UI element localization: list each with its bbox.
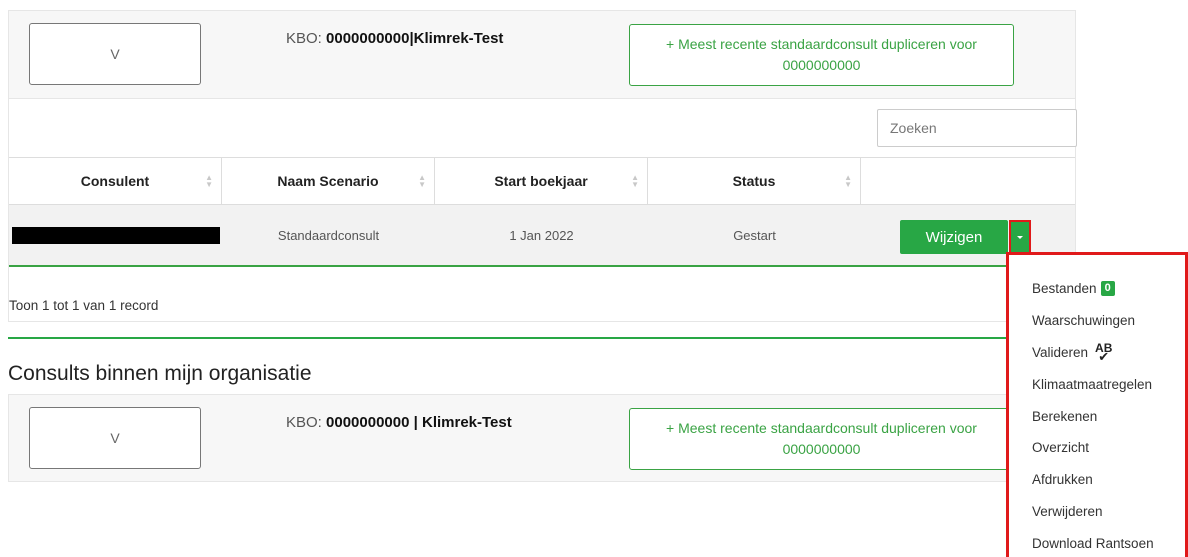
kbo-info: KBO: 0000000000|Klimrek-Test [286, 30, 503, 47]
duplicate-consult-button[interactable]: + Meest recente standaardconsult duplice… [629, 408, 1014, 470]
action-dropdown-menu: Bestanden 0 Waarschuwingen Valideren AB … [1006, 252, 1188, 557]
cell-status: Gestart [733, 227, 776, 243]
menu-item-klimaatmaatregelen[interactable]: Klimaatmaatregelen [1009, 368, 1185, 400]
sort-arrows-icon: ▲ ▼ [631, 173, 639, 189]
kbo-label: KBO: [286, 30, 322, 47]
menu-item-bestanden[interactable]: Bestanden 0 [1009, 273, 1185, 305]
sort-arrows-icon: ▲ ▼ [418, 173, 426, 189]
kbo-label: KBO: [286, 414, 322, 431]
panel-header: V KBO: 0000000000|Klimrek-Test + Meest r… [9, 11, 1075, 99]
kbo-value: 0000000000 | Klimrek-Test [326, 414, 512, 431]
table-row: Standaardconsult 1 Jan 2022 Gestart Wijz… [9, 205, 1075, 267]
menu-item-download-rantsoen[interactable]: Download Rantsoen [1009, 527, 1185, 557]
count-badge: 0 [1100, 281, 1115, 297]
edit-button[interactable]: Wijzigen [900, 220, 1008, 254]
column-header-status[interactable]: Status ▲ ▼ [648, 158, 861, 204]
menu-item-berekenen[interactable]: Berekenen [1009, 400, 1185, 432]
duplicate-consult-button[interactable]: + Meest recente standaardconsult duplice… [629, 24, 1014, 86]
column-header-consulent[interactable]: Consulent ▲ ▼ [9, 158, 222, 204]
redacted-name [12, 227, 220, 244]
menu-item-waarschuwingen[interactable]: Waarschuwingen [1009, 305, 1185, 337]
sort-arrows-icon: ▲ ▼ [205, 173, 213, 189]
consult-panel: V KBO: 0000000000|Klimrek-Test + Meest r… [8, 10, 1077, 322]
menu-item-overzicht[interactable]: Overzicht [1009, 432, 1185, 464]
organisation-consult-panel: V KBO: 0000000000 | Klimrek-Test + Meest… [8, 394, 1076, 482]
column-header-naam-scenario[interactable]: Naam Scenario ▲ ▼ [222, 158, 435, 204]
divider [8, 337, 1076, 339]
kbo-info: KBO: 0000000000 | Klimrek-Test [286, 414, 512, 431]
cell-naam-scenario: Standaardconsult [277, 227, 380, 243]
kbo-value: 0000000000|Klimrek-Test [326, 30, 504, 47]
menu-item-afdrukken[interactable]: Afdrukken [1009, 464, 1185, 496]
table-header: Consulent ▲ ▼ Naam Scenario ▲ ▼ Start boek… [9, 157, 1075, 205]
table-info: Toon 1 tot 1 van 1 record [9, 298, 159, 313]
section-title: Consults binnen mijn organisatie [8, 362, 312, 385]
menu-item-verwijderen[interactable]: Verwijderen [1009, 496, 1185, 528]
cell-start-boekjaar: 1 Jan 2022 [509, 227, 574, 243]
spellcheck-icon: AB ✔ [1095, 340, 1113, 364]
sort-arrows-icon: ▲ ▼ [844, 173, 852, 189]
caret-down-icon[interactable] [1009, 220, 1031, 254]
column-header-start-boekjaar[interactable]: Start boekjaar ▲ ▼ [435, 158, 648, 204]
v-button[interactable]: V [29, 407, 201, 469]
menu-item-valideren[interactable]: Valideren AB ✔ [1009, 337, 1185, 369]
cell-consulent [9, 205, 222, 265]
v-button[interactable]: V [29, 23, 201, 85]
search-input[interactable] [877, 109, 1077, 147]
